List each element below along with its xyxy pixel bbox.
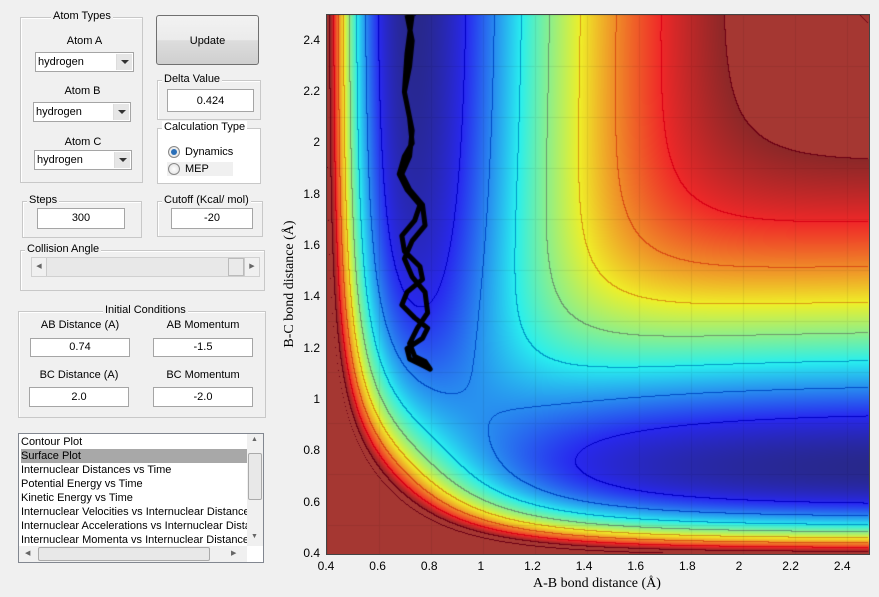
atom-c-select[interactable]: hydrogen bbox=[34, 150, 132, 170]
delta-input[interactable]: 0.424 bbox=[167, 89, 254, 112]
y-tick-label: 2 bbox=[313, 135, 320, 150]
y-tick-label: 2.4 bbox=[303, 32, 320, 47]
mep-label: MEP bbox=[185, 163, 209, 175]
vertical-scrollbar[interactable]: ▲ ▼ bbox=[247, 434, 263, 546]
initial-conditions-title: Initial Conditions bbox=[103, 304, 188, 316]
scroll-right-icon[interactable]: ▶ bbox=[244, 258, 259, 276]
ab-momentum-input[interactable]: -1.5 bbox=[153, 338, 253, 357]
bc-momentum-input[interactable]: -2.0 bbox=[153, 387, 253, 407]
cutoff-title: Cutoff (Kcal/ mol) bbox=[162, 194, 251, 206]
plot-type-item[interactable]: Internuclear Velocities vs Internuclear … bbox=[21, 505, 247, 519]
y-tick-label: 0.8 bbox=[303, 443, 320, 458]
ab-distance-input[interactable]: 0.74 bbox=[30, 338, 130, 357]
y-tick-label: 0.6 bbox=[303, 494, 320, 509]
steps-input[interactable]: 300 bbox=[37, 208, 125, 229]
y-tick-label: 0.4 bbox=[303, 546, 320, 560]
plot-type-item[interactable]: Internuclear Accelerations vs Internucle… bbox=[21, 519, 247, 533]
scroll-left-icon[interactable]: ◀ bbox=[32, 258, 47, 276]
x-tick-label: 0.4 bbox=[317, 559, 335, 573]
atom-a-select[interactable]: hydrogen bbox=[35, 52, 134, 72]
chevron-down-icon[interactable] bbox=[113, 104, 129, 120]
plot-type-item[interactable]: Internuclear Distances vs Time bbox=[21, 463, 247, 477]
calc-type-title: Calculation Type bbox=[162, 121, 248, 133]
dynamics-radio[interactable] bbox=[168, 146, 180, 158]
scroll-up-icon[interactable]: ▲ bbox=[251, 436, 258, 443]
chevron-down-icon[interactable] bbox=[116, 54, 132, 70]
x-tick-label: 1.4 bbox=[575, 559, 593, 573]
horizontal-scrollbar[interactable]: ◀ ▶ bbox=[19, 546, 247, 562]
plot-type-item[interactable]: Surface Plot bbox=[21, 449, 247, 463]
slider-thumb[interactable] bbox=[228, 258, 244, 276]
x-tick-label: 1.2 bbox=[524, 559, 541, 573]
chevron-down-icon[interactable] bbox=[114, 152, 130, 168]
x-axis-label: A-B bond distance (Å) bbox=[533, 576, 661, 591]
x-tick-label: 1 bbox=[477, 559, 485, 573]
y-tick-label: 1 bbox=[313, 392, 320, 406]
contour-plot bbox=[326, 14, 870, 555]
bc-distance-label: BC Distance (A) bbox=[39, 369, 119, 381]
dynamics-label: Dynamics bbox=[185, 146, 234, 158]
plot-type-item[interactable]: Kinetic Energy vs Time bbox=[21, 491, 247, 505]
scroll-thumb[interactable] bbox=[38, 547, 210, 561]
plot-type-item[interactable]: Contour Plot bbox=[21, 435, 247, 449]
atom-b-select[interactable]: hydrogen bbox=[33, 102, 131, 122]
bc-distance-input[interactable]: 2.0 bbox=[29, 387, 129, 407]
x-tick-label: 0.8 bbox=[420, 559, 438, 573]
plot-type-item[interactable]: Internuclear Momenta vs Internuclear Dis… bbox=[21, 533, 247, 547]
scroll-down-icon[interactable]: ▼ bbox=[251, 533, 258, 540]
atom-a-value: hydrogen bbox=[38, 56, 84, 68]
delta-title: Delta Value bbox=[162, 73, 223, 85]
steps-title: Steps bbox=[27, 194, 60, 206]
plot-type-listbox[interactable]: Contour Plot Surface Plot Internuclear Dis… bbox=[18, 433, 264, 563]
x-tick-label: 1.8 bbox=[678, 559, 696, 573]
x-tick-label: 0.6 bbox=[369, 559, 386, 573]
scroll-left-icon[interactable]: ◀ bbox=[25, 549, 30, 557]
x-tick-label: 2 bbox=[735, 559, 743, 573]
bc-momentum-label: BC Momentum bbox=[166, 369, 240, 381]
mep-radio[interactable] bbox=[168, 163, 180, 175]
scroll-right-icon[interactable]: ▶ bbox=[231, 549, 236, 557]
ab-distance-label: AB Distance (A) bbox=[40, 319, 120, 331]
x-tick-label: 2.4 bbox=[833, 559, 851, 573]
plot-type-item[interactable]: Potential Energy vs Time bbox=[21, 477, 247, 491]
atom-b-value: hydrogen bbox=[36, 106, 82, 118]
x-tick-label: 2.2 bbox=[782, 559, 799, 573]
collision-angle-slider[interactable]: ◀ ▶ bbox=[31, 257, 260, 277]
ab-momentum-label: AB Momentum bbox=[166, 319, 240, 331]
atom-a-label: Atom A bbox=[66, 35, 103, 47]
y-tick-label: 2.2 bbox=[303, 84, 320, 98]
y-axis-label: B-C bond distance (Å) bbox=[282, 220, 297, 348]
atom-c-value: hydrogen bbox=[37, 154, 83, 166]
atom-b-label: Atom B bbox=[64, 85, 101, 97]
x-tick-label: 1.6 bbox=[627, 559, 645, 573]
atom-c-label: Atom C bbox=[64, 136, 102, 148]
update-button[interactable]: Update bbox=[156, 15, 259, 65]
scroll-thumb[interactable] bbox=[248, 453, 262, 500]
collision-angle-title: Collision Angle bbox=[25, 243, 102, 255]
atom-types-title: Atom Types bbox=[51, 10, 113, 22]
cutoff-input[interactable]: -20 bbox=[171, 208, 253, 229]
